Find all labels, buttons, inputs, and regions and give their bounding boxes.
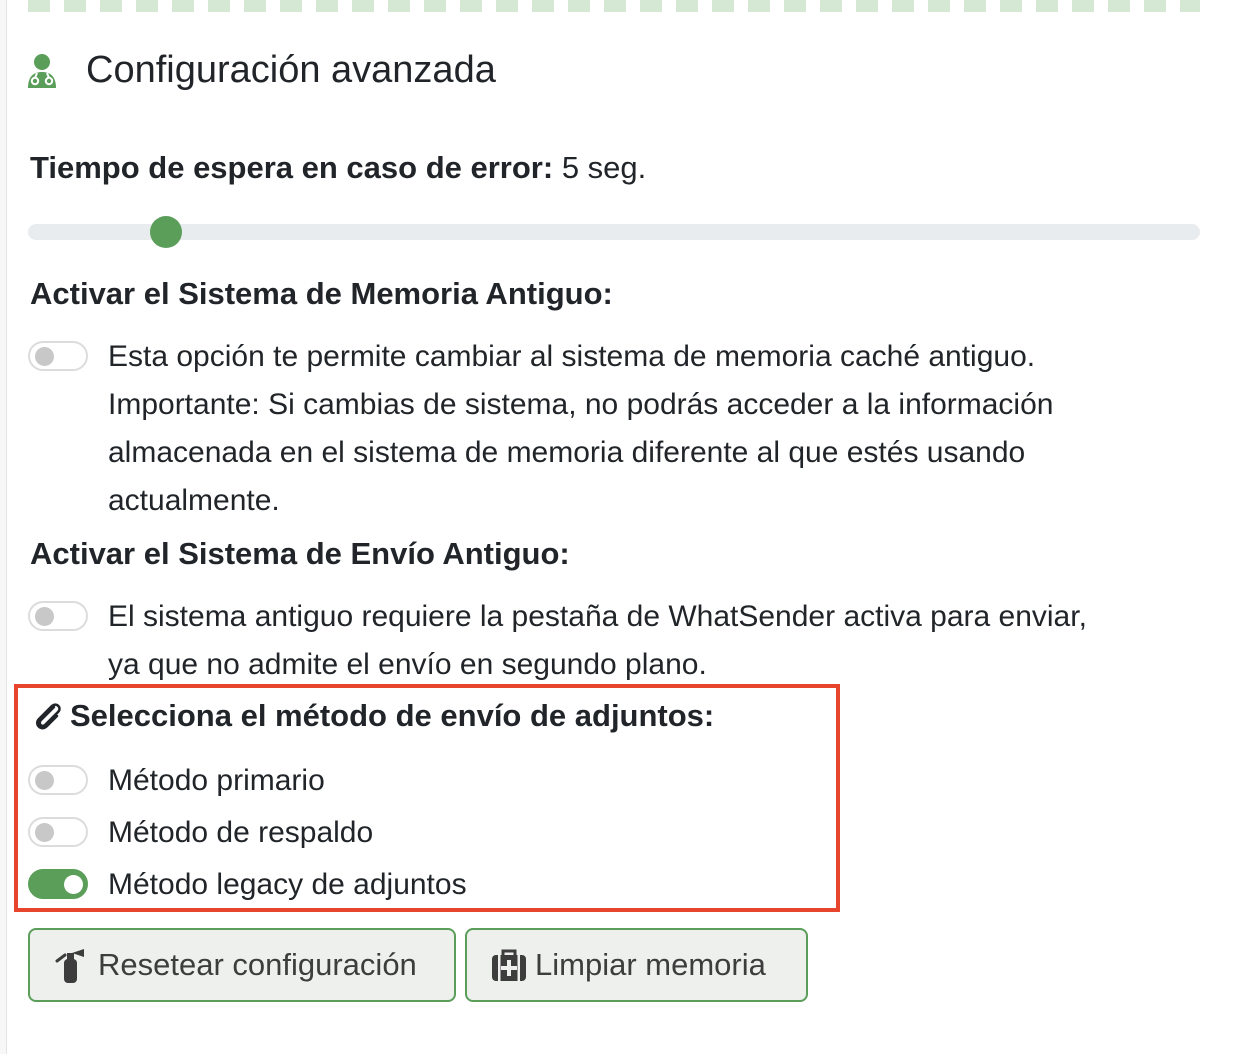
attachment-backup-toggle[interactable] xyxy=(28,817,88,847)
toggle-knob xyxy=(35,771,54,790)
reset-config-label: Resetear configuración xyxy=(98,947,417,982)
attachment-legacy-toggle[interactable] xyxy=(28,869,88,899)
background-page-edge xyxy=(0,0,7,1054)
timeout-value: 5 seg. xyxy=(561,150,647,185)
timeout-slider-track[interactable] xyxy=(28,224,1200,240)
send-system-title: Activar el Sistema de Envío Antiguo: xyxy=(30,536,570,571)
toggle-knob xyxy=(64,875,83,894)
description-line: ya que no admite el envío en segundo pla… xyxy=(108,648,707,681)
description-line: El sistema antiguo requiere la pestaña d… xyxy=(108,600,1087,633)
timeout-slider-thumb[interactable] xyxy=(150,216,183,248)
memory-system-description: Esta opción te permite cambiar al sistem… xyxy=(108,333,1053,525)
description-line: Importante: Si cambias de sistema, no po… xyxy=(108,388,1054,421)
clear-memory-label: Limpiar memoria xyxy=(535,947,766,982)
user-md-icon xyxy=(28,54,56,88)
paperclip-icon xyxy=(36,703,61,730)
description-line: almacenada en el sistema de memoria dife… xyxy=(108,436,1026,469)
description-line: Esta opción te permite cambiar al sistem… xyxy=(108,340,1036,373)
toggle-knob xyxy=(35,347,54,366)
send-system-description: El sistema antiguo requiere la pestaña d… xyxy=(108,593,1087,689)
toggle-knob xyxy=(35,823,54,842)
clear-memory-button[interactable]: Limpiar memoria xyxy=(465,928,808,1002)
timeout-label: Tiempo de espera en caso de error: 5 seg… xyxy=(30,146,646,190)
attachments-title-text: Selecciona el método de envío de adjunto… xyxy=(70,698,715,733)
attachments-title: Selecciona el método de envío de adjunto… xyxy=(30,696,714,736)
fire-extinguisher-icon xyxy=(55,949,84,983)
timeout-label-text: Tiempo de espera en caso de error: xyxy=(30,150,554,185)
toggle-knob xyxy=(35,607,54,626)
attachment-backup-label[interactable]: Método de respaldo xyxy=(108,809,373,857)
attachment-primary-toggle[interactable] xyxy=(28,765,88,795)
send-system-toggle[interactable] xyxy=(28,601,88,631)
memory-system-toggle[interactable] xyxy=(28,341,88,371)
medkit-icon xyxy=(492,949,526,981)
panel-header: Configuración avanzada xyxy=(22,48,496,92)
attachment-primary-label[interactable]: Método primario xyxy=(108,757,325,805)
attachment-legacy-label[interactable]: Método legacy de adjuntos xyxy=(108,861,467,909)
page-title: Configuración avanzada xyxy=(86,49,496,91)
reset-config-button[interactable]: Resetear configuración xyxy=(28,928,456,1002)
description-line: actualmente. xyxy=(108,484,280,517)
memory-system-title: Activar el Sistema de Memoria Antiguo: xyxy=(30,276,613,311)
dashed-top-border xyxy=(28,0,1200,12)
